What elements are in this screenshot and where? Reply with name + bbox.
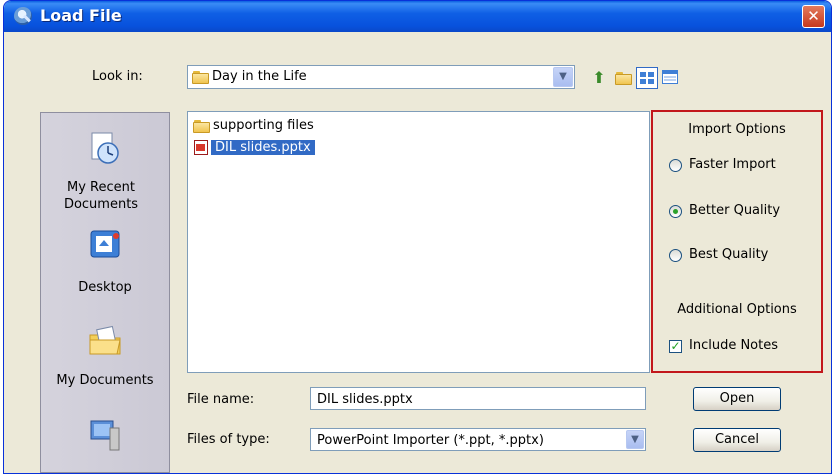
pptx-file-icon [194, 140, 208, 155]
place-label: My Recent Documents [63, 180, 139, 212]
look-in-combo[interactable]: Day in the Life ▼ [187, 65, 575, 89]
details-view-icon[interactable] [659, 67, 681, 89]
up-folder-icon[interactable]: ⬆ [588, 67, 610, 89]
file-type-label: Files of type: [187, 432, 270, 447]
file-name-label: File name: [187, 392, 255, 407]
cancel-button[interactable]: Cancel [693, 428, 781, 452]
chevron-down-icon[interactable]: ▼ [626, 430, 644, 449]
radio-label: Best Quality [689, 247, 769, 262]
app-icon [14, 7, 32, 25]
file-type-select[interactable]: PowerPoint Importer (*.ppt, *.pptx) ▼ [310, 428, 646, 451]
checkbox-label: Include Notes [689, 338, 779, 353]
checkmark-icon[interactable]: ✓ [669, 340, 682, 353]
look-in-label: Look in: [92, 69, 143, 84]
my-computer-icon [88, 418, 122, 452]
import-options-panel: Import Options Faster Import Better Qual… [651, 110, 823, 373]
close-icon[interactable]: ✕ [802, 5, 825, 28]
file-name: DIL slides.pptx [211, 140, 315, 155]
my-documents-icon [88, 323, 122, 357]
file-name: supporting files [213, 118, 314, 133]
file-type-value: PowerPoint Importer (*.ppt, *.pptx) [317, 433, 544, 448]
import-options-heading: Import Options [688, 122, 786, 137]
window-title: Load File [40, 6, 122, 25]
place-desktop[interactable]: Desktop [41, 228, 169, 295]
radio-label: Better Quality [689, 203, 781, 218]
title-bar: Load File ✕ [4, 1, 831, 32]
load-file-dialog: Load File ✕ Look in: Day in the Life ▼ ⬆… [3, 0, 832, 474]
recent-documents-icon [88, 131, 122, 165]
place-my-documents[interactable]: My Documents [41, 323, 169, 388]
place-label: My Documents [56, 373, 154, 388]
desktop-icon [88, 228, 122, 262]
chevron-down-icon[interactable]: ▼ [553, 67, 573, 87]
open-button[interactable]: Open [693, 387, 781, 411]
radio-button[interactable] [669, 205, 682, 218]
place-my-computer[interactable] [41, 418, 169, 452]
folder-icon [193, 120, 211, 133]
look-in-value: Day in the Life [212, 69, 307, 84]
file-name-field[interactable]: DIL slides.pptx [310, 387, 646, 410]
radio-button[interactable] [669, 159, 682, 172]
place-label: Desktop [78, 280, 132, 295]
file-name-value: DIL slides.pptx [317, 392, 413, 407]
place-recent-documents[interactable]: My Recent Documents [41, 131, 169, 213]
additional-options-heading: Additional Options [677, 302, 797, 317]
file-list[interactable]: supporting files DIL slides.pptx [187, 111, 650, 373]
radio-label: Faster Import [689, 157, 776, 172]
new-folder-icon[interactable] [613, 67, 635, 89]
folder-icon [192, 71, 210, 84]
radio-button[interactable] [669, 249, 682, 262]
places-bar: My Recent Documents Desktop My Documents [40, 112, 170, 473]
list-view-icon[interactable] [636, 67, 658, 89]
